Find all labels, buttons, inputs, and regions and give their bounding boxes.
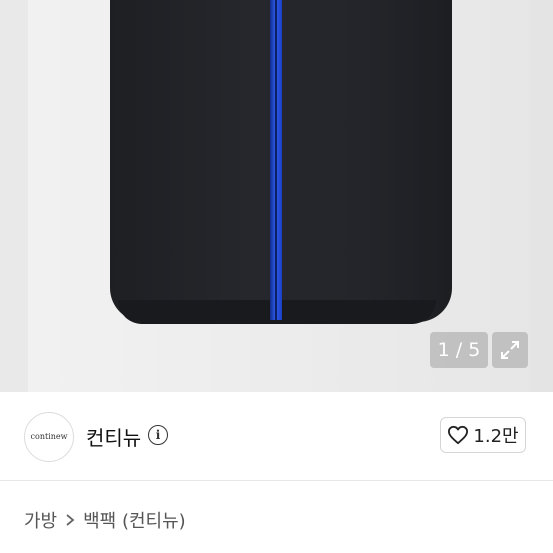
gallery-right-edge bbox=[531, 0, 553, 392]
avatar-logo-text: continew bbox=[30, 432, 68, 441]
expand-button[interactable] bbox=[492, 332, 528, 368]
gallery-left-edge bbox=[0, 0, 28, 392]
product-title-partial bbox=[24, 545, 324, 553]
chevron-right-icon bbox=[66, 514, 75, 526]
breadcrumb-item-bags[interactable]: 가방 bbox=[24, 507, 57, 533]
expand-icon bbox=[501, 341, 519, 359]
image-counter: 1 / 5 bbox=[430, 332, 488, 368]
like-button[interactable]: 1.2만 bbox=[440, 417, 526, 453]
product-image-zipper-line bbox=[275, 0, 277, 320]
info-icon[interactable]: i bbox=[148, 425, 168, 445]
seller-name[interactable]: 컨티뉴 bbox=[86, 422, 141, 451]
seller-avatar[interactable]: continew bbox=[24, 412, 74, 462]
breadcrumb: 가방 백팩 (컨티뉴) bbox=[24, 507, 186, 533]
heart-icon bbox=[448, 425, 469, 445]
product-image-gallery[interactable]: 1 / 5 bbox=[0, 0, 553, 392]
breadcrumb-item-backpack[interactable]: 백팩 (컨티뉴) bbox=[83, 507, 186, 533]
like-count: 1.2만 bbox=[473, 426, 519, 447]
